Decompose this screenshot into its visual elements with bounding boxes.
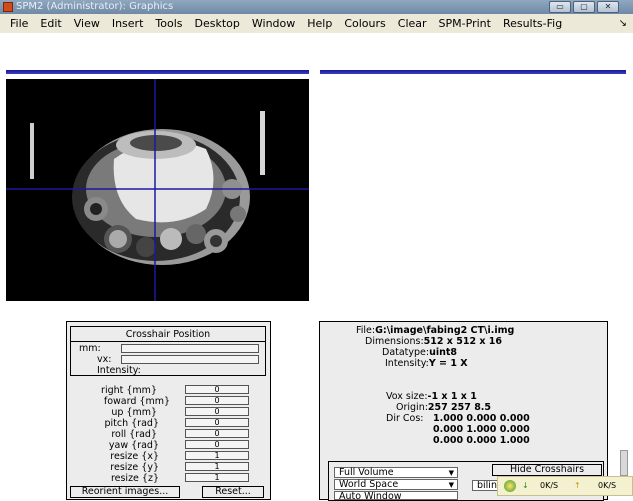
- intensity-info: Intensity:Y = 1 X: [385, 358, 468, 369]
- file-info: File:G:\image\fabing2 CT\i.img: [356, 325, 514, 336]
- pitch-rad-field[interactable]: 0: [185, 418, 249, 427]
- menu-view[interactable]: View: [68, 14, 106, 33]
- menu-results-fig[interactable]: Results-Fig: [497, 14, 568, 33]
- dircos-label: Dir Cos:: [386, 413, 424, 424]
- voxsize-label: Vox size:: [386, 391, 428, 402]
- dircos-row-1: 1.000 0.000 0.000: [433, 413, 530, 424]
- menu-tools[interactable]: Tools: [149, 14, 188, 33]
- menu-window[interactable]: Window: [246, 14, 301, 33]
- network-speed-widget: ↓ 0K/S ↑ 0K/S: [497, 476, 633, 496]
- dimensions-info: Dimensions:512 x 512 x 16: [365, 336, 502, 347]
- space-select-value: World Space: [339, 479, 399, 490]
- dock-arrow-icon[interactable]: ↘: [619, 14, 627, 33]
- axial-image-view[interactable]: [6, 79, 309, 301]
- dimensions-label: Dimensions:: [365, 336, 424, 347]
- ct-slice-image: [6, 79, 309, 301]
- up-mm-field[interactable]: 0: [185, 407, 249, 416]
- dimensions-value: 512 x 512 x 16: [423, 336, 503, 347]
- image-info-panel: File:G:\image\fabing2 CT\i.img Dimension…: [319, 321, 608, 501]
- forward-mm-label: foward {mm}: [103, 396, 170, 407]
- intensity-label: Intensity:: [97, 365, 141, 376]
- window-titlebar: SPM2 (Administrator): Graphics ▭ ▢ ✕: [0, 0, 633, 14]
- resize-y-label: resize {y}: [110, 462, 159, 473]
- mm-label: mm:: [79, 343, 101, 354]
- yaw-rad-field[interactable]: 0: [185, 440, 249, 449]
- dircos-info: Dir Cos:: [386, 413, 423, 424]
- origin-value: 257 257 8.5: [427, 402, 492, 413]
- dircos-row-3-value: 0.000 0.000 1.000: [433, 435, 530, 446]
- close-button[interactable]: ✕: [597, 1, 619, 13]
- space-select[interactable]: World Space ▼: [334, 479, 458, 490]
- resize-x-field[interactable]: 1: [185, 451, 249, 460]
- coronal-view-edge: [6, 70, 309, 74]
- chevron-down-icon: ▼: [448, 481, 454, 489]
- mm-field[interactable]: [121, 344, 259, 353]
- menu-insert[interactable]: Insert: [106, 14, 150, 33]
- datatype-value: uint8: [429, 347, 458, 358]
- crosshair-position-box: Crosshair Position mm: vx: Intensity:: [70, 326, 266, 376]
- title-divider: [71, 341, 265, 342]
- voxsize-value: -1 x 1 x 1: [427, 391, 477, 402]
- right-mm-field[interactable]: 0: [185, 385, 249, 394]
- hide-crosshairs-button[interactable]: Hide Crosshairs: [492, 464, 602, 476]
- reorient-panel: Crosshair Position mm: vx: Intensity: ri…: [66, 321, 271, 500]
- volume-select-value: Full Volume: [339, 467, 394, 478]
- volume-select[interactable]: Full Volume ▼: [334, 467, 458, 478]
- matlab-app-icon: [3, 2, 13, 12]
- menu-file[interactable]: File: [4, 14, 34, 33]
- resize-z-label: resize {z}: [110, 473, 159, 484]
- origin-info: Origin:257 257 8.5: [396, 402, 491, 413]
- download-rate: 0K/S: [540, 481, 559, 490]
- yaw-rad-label: yaw {rad}: [108, 440, 159, 451]
- pitch-rad-label: pitch {rad}: [104, 418, 159, 429]
- vx-field[interactable]: [121, 355, 259, 364]
- dircos-row-1-value: 1.000 0.000 0.000: [433, 413, 530, 424]
- menu-colours[interactable]: Colours: [338, 14, 391, 33]
- sagittal-view-edge: [320, 70, 626, 74]
- up-mm-label: up {mm}: [111, 407, 157, 418]
- roll-rad-label: roll {rad}: [111, 429, 157, 440]
- network-ball-icon[interactable]: [504, 480, 516, 492]
- dircos-row-3: 0.000 0.000 1.000: [433, 435, 530, 446]
- dircos-row-2: 0.000 1.000 0.000: [433, 424, 530, 435]
- voxsize-info: Vox size:-1 x 1 x 1: [386, 391, 477, 402]
- menu-desktop[interactable]: Desktop: [189, 14, 246, 33]
- interpolation-select-value: bilin: [477, 480, 497, 491]
- window-controls: ▭ ▢ ✕: [549, 1, 619, 13]
- menubar: File Edit View Insert Tools Desktop Wind…: [0, 14, 633, 33]
- upload-rate: 0K/S: [598, 481, 617, 490]
- datatype-info: Datatype:uint8: [382, 347, 457, 358]
- upload-arrow-icon: ↑: [574, 481, 581, 490]
- datatype-label: Datatype:: [382, 347, 430, 358]
- forward-mm-field[interactable]: 0: [185, 396, 249, 405]
- reorient-images-button[interactable]: Reorient images...: [70, 486, 180, 498]
- window-title: SPM2 (Administrator): Graphics: [16, 1, 174, 12]
- resize-y-field[interactable]: 1: [185, 462, 249, 471]
- chevron-down-icon: ▼: [448, 469, 454, 477]
- reset-button[interactable]: Reset...: [202, 486, 264, 498]
- right-edge-scrollbar[interactable]: [620, 450, 628, 476]
- maximize-button[interactable]: ▢: [573, 1, 595, 13]
- menu-spm-print[interactable]: SPM-Print: [433, 14, 497, 33]
- file-value: G:\image\fabing2 CT\i.img: [375, 325, 515, 336]
- intensity-info-value: Y = 1 X: [428, 358, 468, 369]
- menu-edit[interactable]: Edit: [34, 14, 67, 33]
- window-select-value: Auto Window: [339, 491, 402, 500]
- window-select[interactable]: Auto Window: [334, 491, 458, 500]
- right-mm-label: right {mm}: [101, 385, 157, 396]
- download-arrow-icon: ↓: [522, 481, 529, 490]
- crosshair-position-title: Crosshair Position: [125, 329, 211, 340]
- resize-x-label: resize {x}: [110, 451, 159, 462]
- menu-help[interactable]: Help: [301, 14, 338, 33]
- origin-label: Origin:: [396, 402, 428, 413]
- resize-z-field[interactable]: 1: [185, 473, 249, 482]
- roll-rad-field[interactable]: 0: [185, 429, 249, 438]
- minimize-button[interactable]: ▭: [549, 1, 571, 13]
- vx-label: vx:: [97, 354, 112, 365]
- intensity-info-label: Intensity:: [385, 358, 429, 369]
- menu-clear[interactable]: Clear: [392, 14, 433, 33]
- file-label: File:: [356, 325, 376, 336]
- dircos-row-2-value: 0.000 1.000 0.000: [433, 424, 530, 435]
